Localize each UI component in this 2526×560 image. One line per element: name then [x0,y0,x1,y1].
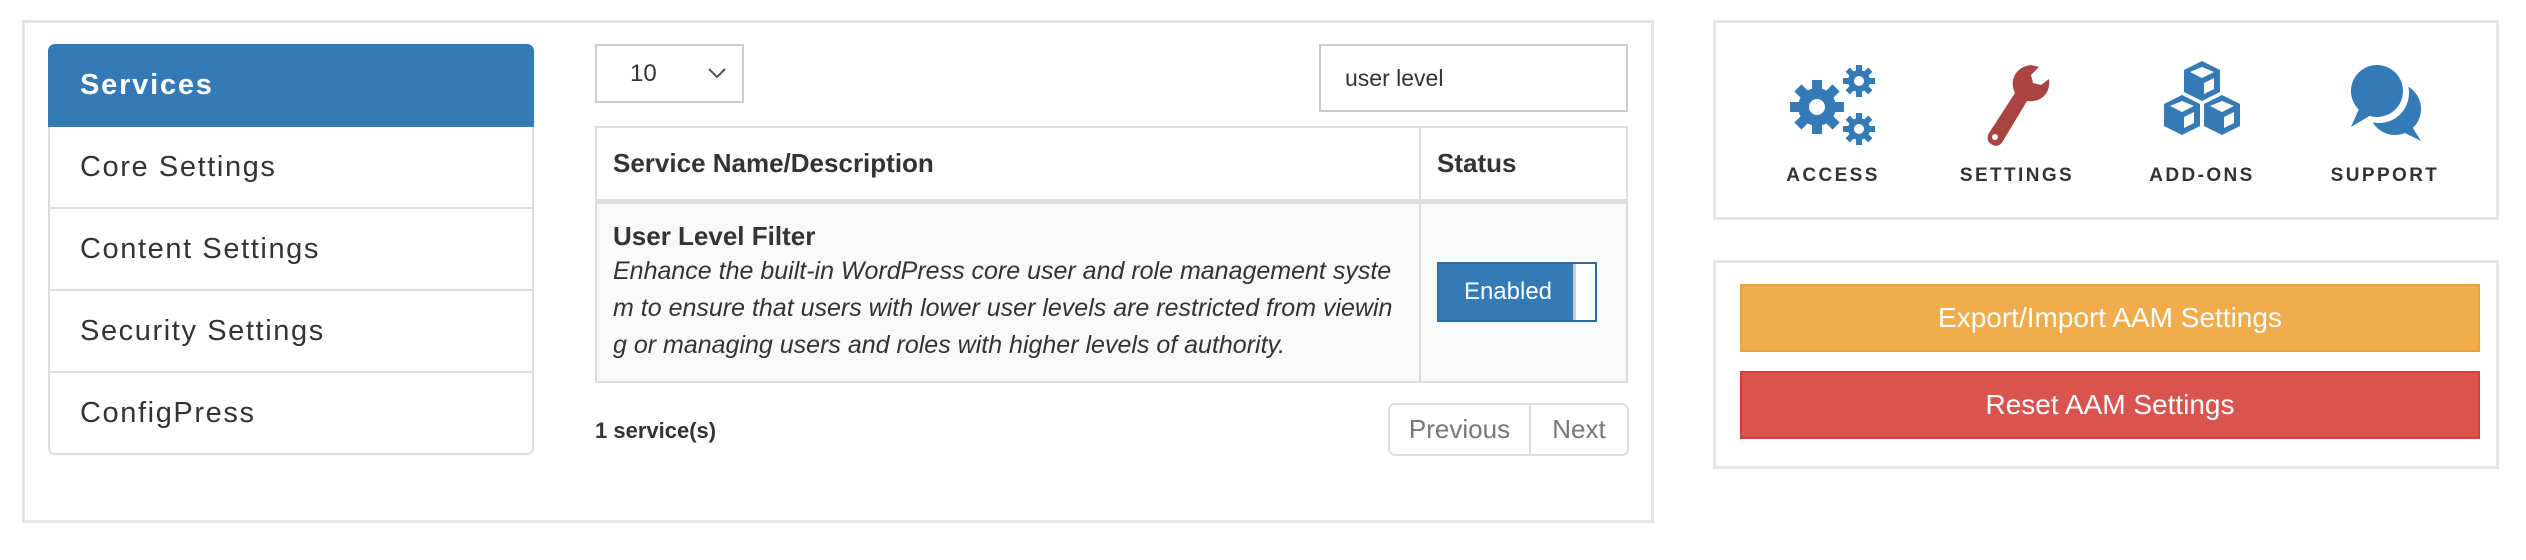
service-description: Enhance the built-in WordPress core user… [613,256,1393,359]
sidebar-item-label: Security Settings [80,314,325,347]
sidebar-item-services[interactable]: Services [48,44,534,127]
export-import-settings-button[interactable]: Export/Import AAM Settings [1740,284,2480,352]
sidebar-item-core-settings[interactable]: Core Settings [48,127,534,209]
table-header-row: Service Name/Description Status [595,126,1628,204]
table-row: User Level Filter Enhance the built-in W… [595,200,1628,383]
next-button[interactable]: Next [1531,405,1627,454]
sidebar-item-content-settings[interactable]: Content Settings [48,209,534,291]
reset-settings-button[interactable]: Reset AAM Settings [1740,371,2480,439]
nav-label-access: ACCESS [1786,165,1880,186]
toggle-handle [1573,264,1595,320]
nav-tile-settings[interactable]: SETTINGS [1932,59,2102,187]
column-header-name[interactable]: Service Name/Description [595,126,1421,204]
service-title: User Level Filter [613,220,816,251]
sidebar-item-security-settings[interactable]: Security Settings [48,291,534,373]
nav-tile-access[interactable]: ACCESS [1748,59,1918,187]
search-input[interactable] [1319,44,1628,112]
page-length-select[interactable]: 10 [595,44,744,103]
nav-tile-add-ons[interactable]: ADD-ONS [2117,59,2287,187]
settings-actions-panel: Export/Import AAM Settings Reset AAM Set… [1713,260,2499,469]
wrench-icon [1987,65,2050,146]
sidebar-item-label: Core Settings [80,150,277,183]
nav-label-support: SUPPORT [2330,165,2440,186]
service-status-cell: Enabled [1419,200,1628,383]
cogs-icon [1790,65,1875,145]
sidebar-item-configpress[interactable]: ConfigPress [48,373,534,455]
sidebar-item-label: ConfigPress [80,396,256,429]
service-info-cell: User Level Filter Enhance the built-in W… [595,200,1421,383]
navigation-panel: ACCESS SETTINGS ADD-ONS SUPPORT [1713,20,2499,220]
services-table: Service Name/Description Status User Lev… [595,126,1628,383]
column-header-status[interactable]: Status [1419,126,1628,204]
service-count: 1 service(s) [595,418,717,443]
toggle-label: Enabled [1463,278,1553,305]
comments-icon [2349,63,2421,141]
sidebar-item-label: Services [80,69,214,101]
status-toggle[interactable]: Enabled [1437,262,1597,322]
pagination: Previous Next [1388,403,1629,456]
nav-label-settings: SETTINGS [1959,165,2075,186]
previous-button[interactable]: Previous [1390,405,1531,454]
sidebar-menu: Services Core Settings Content Settings … [48,44,534,455]
nav-tile-support[interactable]: SUPPORT [2300,59,2470,187]
nav-label-add-ons: ADD-ONS [2149,165,2255,186]
sidebar-item-label: Content Settings [80,232,321,265]
cubes-icon [2164,61,2240,135]
page-length-value: 10 [630,59,657,87]
chevron-down-icon [708,68,726,79]
